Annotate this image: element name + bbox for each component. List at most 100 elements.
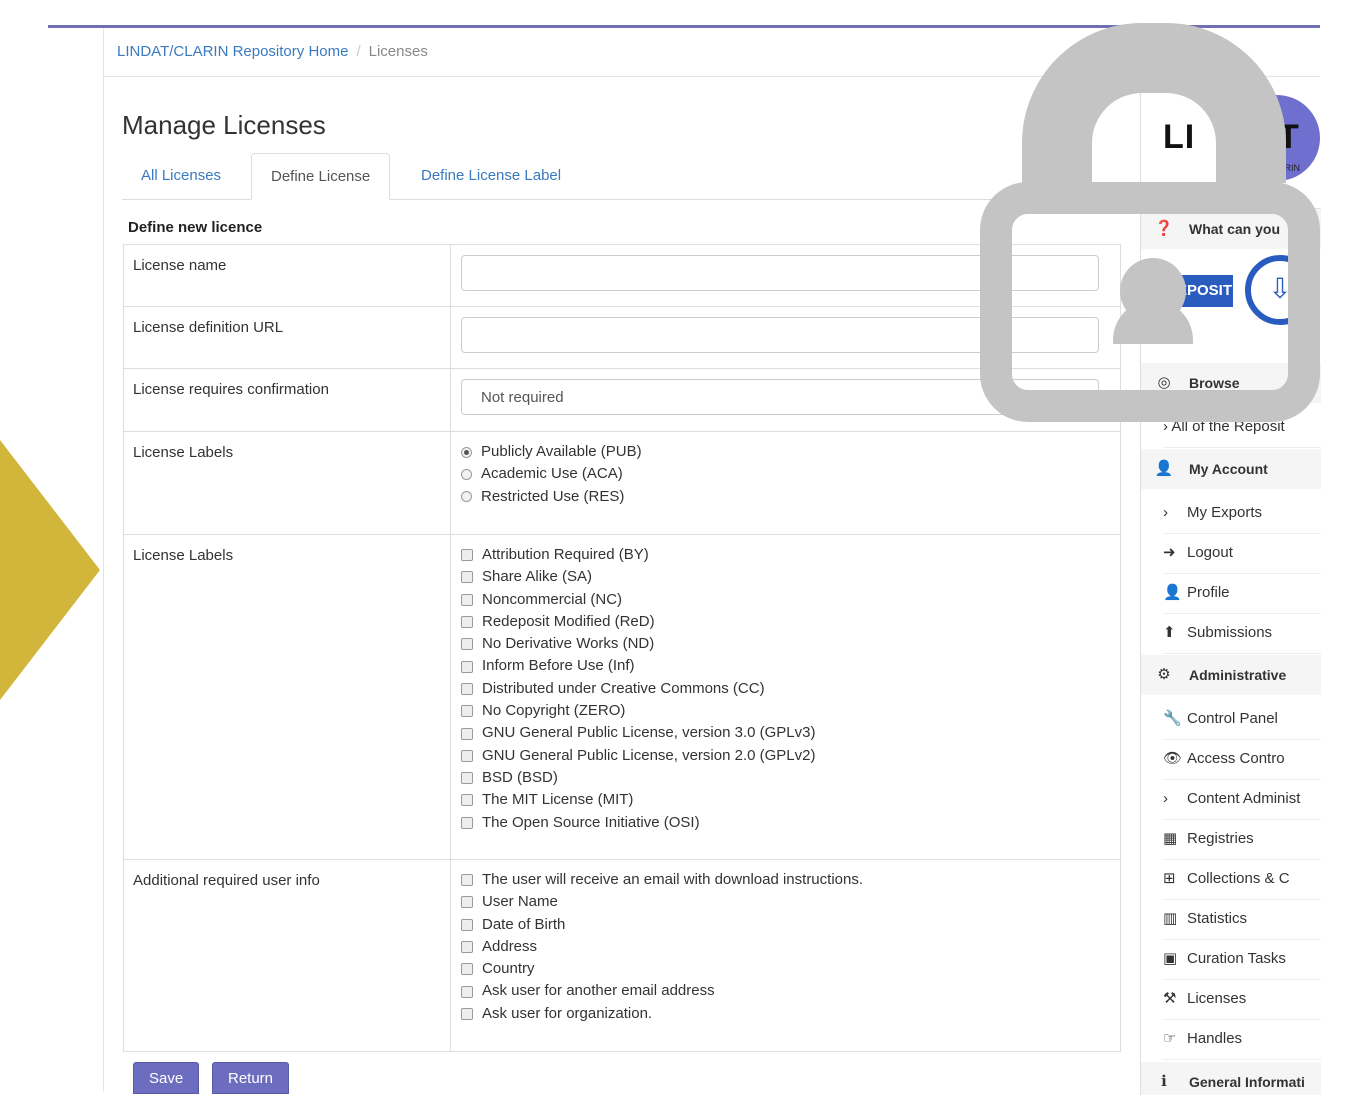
save-button[interactable]: Save [133,1062,200,1094]
tab-define-license-label[interactable]: Define License Label [402,153,580,199]
menu-item-icon: ▣ [1163,950,1178,967]
checkbox-icon[interactable] [461,616,473,629]
checkbox-icon[interactable] [461,896,473,909]
return-button[interactable]: Return [212,1062,290,1094]
checkbox-icon[interactable] [461,941,473,954]
checkbox-list: Attribution Required (BY) Share Alike (SA… [450,534,1121,860]
checkbox-option[interactable]: The MIT License (MIT) [461,789,1110,811]
license-name-label: License name [123,244,451,307]
radio-option[interactable]: Restricted Use (RES) [461,486,1110,508]
checkbox-icon[interactable] [461,794,473,807]
license-url-label: License definition URL [123,306,451,369]
radio-option[interactable]: Publicly Available (PUB) [461,441,1110,463]
checkbox-option[interactable]: Attribution Required (BY) [461,544,1110,566]
menu-item-icon: ⬆ [1163,624,1176,641]
checkbox-icon[interactable] [461,749,473,762]
checkbox-option[interactable]: No Derivative Works (ND) [461,633,1110,655]
tab-all-licenses[interactable]: All Licenses [122,153,240,199]
menu-item-icon: ☞ [1163,1030,1177,1047]
sidebar-item-my-exports[interactable]: › My Exports [1163,493,1321,534]
sidebar-item-collections-c[interactable]: ⊞ Collections & C [1163,859,1321,900]
checkbox-icon[interactable] [461,593,473,606]
radio-icon[interactable] [461,491,472,503]
checkbox-option[interactable]: No Copyright (ZERO) [461,700,1110,722]
radio-icon[interactable] [461,468,472,480]
checkbox-option[interactable]: Noncommercial (NC) [461,589,1110,611]
license-form: License name License definition URL Lice… [123,244,1121,1052]
checkbox-icon[interactable] [461,1007,473,1020]
user-icon: 👤 [1154,460,1174,477]
checkbox-icon[interactable] [461,705,473,718]
sidebar-item-logout[interactable]: ➜ Logout [1163,533,1321,574]
menu-item-icon: ▦ [1163,830,1178,847]
checkbox-icon[interactable] [461,682,473,695]
checkbox-option[interactable]: Ask user for organization. [461,1003,1110,1025]
checkbox-option[interactable]: User Name [461,891,1110,913]
confirmation-label: License requires confirmation [123,368,451,432]
user-info-label: Additional required user info [123,859,451,1052]
menu-item-icon: ⚒ [1163,990,1177,1007]
checkbox-icon[interactable] [461,918,473,931]
gears-icon: ⚙ [1157,666,1171,683]
radio-checked-icon[interactable] [461,446,472,458]
sidebar-item-curation-tasks[interactable]: ▣ Curation Tasks [1163,939,1321,980]
sidebar-item-statistics[interactable]: ▥ Statistics [1163,899,1321,940]
breadcrumb-separator: / [356,43,361,60]
checkbox-icon[interactable] [461,963,473,976]
user-info-list: The user will receive an email with down… [450,859,1121,1052]
checkbox-option[interactable]: The user will receive an email with down… [461,869,1110,891]
sidebar-item-profile[interactable]: 👤 Profile [1163,573,1321,614]
menu-item-icon: ▥ [1163,910,1178,927]
checkbox-option[interactable]: Share Alike (SA) [461,566,1110,588]
info-icon: ℹ [1161,1073,1167,1090]
checkbox-option[interactable]: Date of Birth [461,914,1110,936]
checkbox-option[interactable]: Country [461,958,1110,980]
menu-item-icon: › [1163,790,1168,807]
license-labels-label: License Labels [123,431,451,535]
checkbox-icon[interactable] [461,727,473,740]
checkbox-option[interactable]: Inform Before Use (Inf) [461,655,1110,677]
tab-define-license[interactable]: Define License [251,153,391,200]
tab-bar: All Licenses Define License Define Licen… [122,153,1120,200]
menu-item-icon: 👤 [1163,584,1182,601]
checkbox-icon[interactable] [461,660,473,673]
content-border [103,28,104,1092]
breadcrumb: LINDAT/CLARIN Repository Home / Licenses [117,43,428,60]
checkbox-icon[interactable] [461,638,473,651]
checkbox-option[interactable]: Address [461,936,1110,958]
page-title: Manage Licenses [122,110,326,140]
checkbox-option[interactable]: Redeposit Modified (ReD) [461,611,1110,633]
sidebar-item-content-administ[interactable]: › Content Administ [1163,779,1321,820]
sidebar-item-control-panel[interactable]: 🔧 Control Panel [1163,699,1321,740]
checkbox-icon[interactable] [461,772,473,785]
breadcrumb-home-link[interactable]: LINDAT/CLARIN Repository Home [117,43,348,60]
lock-shackle-icon [1022,23,1286,183]
checkbox-option[interactable]: BSD (BSD) [461,767,1110,789]
checkbox-option[interactable]: Ask user for another email address [461,980,1110,1002]
checkbox-option[interactable]: The Open Source Initiative (OSI) [461,812,1110,834]
sidebar-item-submissions[interactable]: ⬆ Submissions [1163,613,1321,654]
sidebar-item-registries[interactable]: ▦ Registries [1163,819,1321,860]
checkbox-icon[interactable] [461,985,473,998]
my-account-heading[interactable]: 👤 My Account [1141,449,1321,489]
extended-labels-label: License Labels [123,534,451,860]
checkbox-icon[interactable] [461,549,473,562]
checkbox-icon[interactable] [461,571,473,584]
checkbox-option[interactable]: GNU General Public License, version 2.0 … [461,745,1110,767]
menu-item-icon: ➜ [1163,544,1176,561]
sidebar-item-access-contro[interactable]: 👁 Access Contro [1163,739,1321,780]
section-title: Define new licence [128,219,263,236]
menu-item-icon: › [1163,504,1168,521]
administrative-heading[interactable]: ⚙ Administrative [1141,655,1321,695]
checkbox-icon[interactable] [461,874,473,887]
sidebar-item-licenses[interactable]: ⚒ Licenses [1163,979,1321,1020]
general-info-heading[interactable]: ℹ General Informati [1141,1062,1321,1095]
radio-option[interactable]: Academic Use (ACA) [461,463,1110,485]
sidebar-item-handles[interactable]: ☞ Handles [1163,1019,1321,1060]
confirmation-select-value: Not required [481,389,564,406]
checkbox-icon[interactable] [461,816,473,829]
breadcrumb-current: Licenses [368,43,428,60]
checkbox-option[interactable]: Distributed under Creative Commons (CC) [461,678,1110,700]
checkbox-option[interactable]: GNU General Public License, version 3.0 … [461,722,1110,744]
menu-item-icon: 👁 [1163,750,1183,767]
